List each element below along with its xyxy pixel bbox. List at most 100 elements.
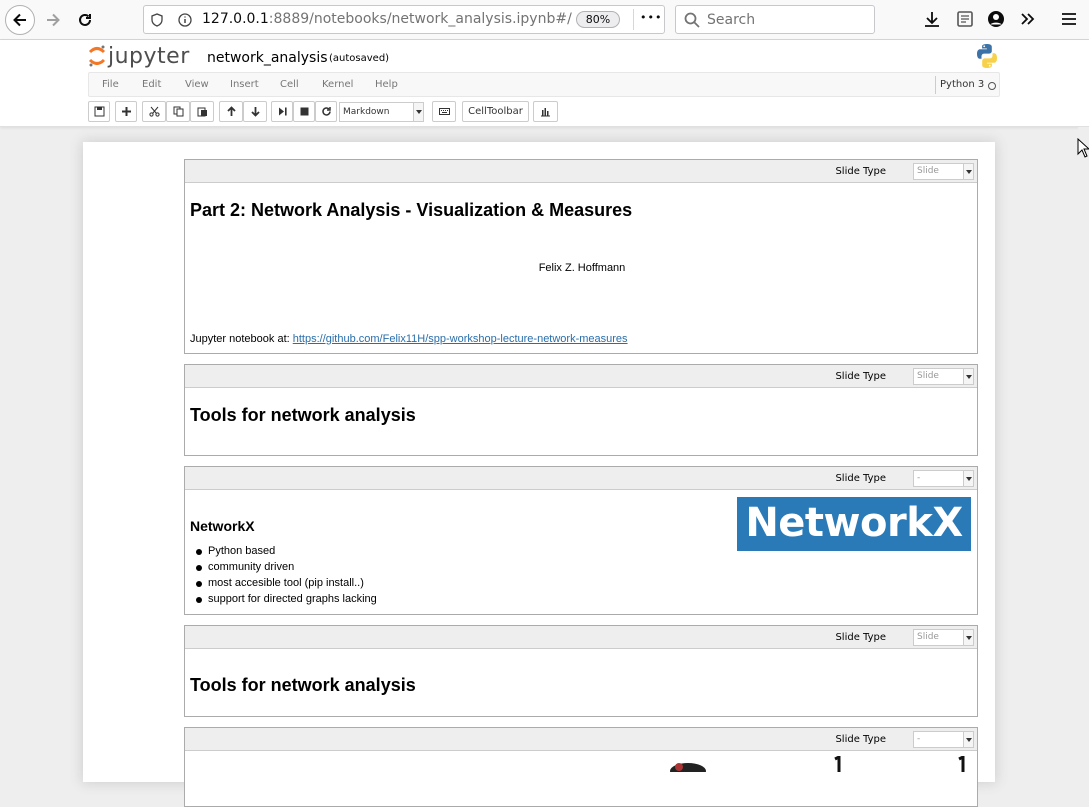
url-text[interactable]: 127.0.0.1:8889/notebooks/network_analysi… [202, 11, 572, 27]
chevron-down-icon [963, 732, 973, 747]
url-path: :8889/notebooks/network_analysis.ipynb#/… [268, 11, 572, 27]
forward-button[interactable] [38, 5, 68, 35]
bar-chart-icon [541, 108, 550, 117]
jupyter-logo-icon [88, 45, 106, 67]
markdown-cell[interactable]: Slide Type - [184, 727, 978, 807]
slide-type-select[interactable]: Slide [913, 368, 974, 385]
download-icon[interactable] [922, 9, 942, 29]
menu-help[interactable]: Help [375, 79, 398, 90]
github-link[interactable]: https://github.com/Felix11H/spp-workshop… [293, 333, 628, 345]
cell-type-select[interactable]: Markdown [339, 102, 424, 122]
python-logo-icon [977, 44, 997, 68]
command-palette-button[interactable] [432, 101, 456, 122]
slide-type-select[interactable]: Slide [913, 629, 974, 646]
menu-view[interactable]: View [185, 79, 209, 90]
slide-type-value: - [917, 473, 921, 483]
presentation-button[interactable] [533, 101, 558, 122]
scissors-icon [148, 106, 160, 117]
slide-type-value: Slide [917, 371, 939, 381]
menu-edit[interactable]: Edit [142, 79, 161, 90]
slide-type-select[interactable]: - [913, 470, 974, 487]
library-icon[interactable] [955, 9, 975, 29]
copy-button[interactable] [166, 101, 190, 122]
zoom-indicator[interactable]: 80% [576, 11, 620, 28]
list-item: Python based [185, 545, 377, 561]
run-button[interactable] [271, 101, 293, 122]
menu-file[interactable]: File [102, 79, 119, 90]
overflow-chevrons-icon[interactable] [1018, 9, 1038, 29]
page-scrollbar[interactable] [1078, 127, 1089, 768]
slide-type-value: Slide [917, 632, 939, 642]
account-icon[interactable] [986, 9, 1006, 29]
cell-toolbar: Slide Type Slide [185, 626, 977, 649]
browser-toolbar: 127.0.0.1:8889/notebooks/network_analysi… [0, 0, 1089, 40]
search-icon [684, 12, 700, 28]
jupyter-logo-text: jupyter [108, 43, 190, 69]
cell-heading: Part 2: Network Analysis - Visualization… [190, 200, 633, 220]
reload-button[interactable] [70, 5, 100, 35]
menu-insert[interactable]: Insert [230, 79, 259, 90]
markdown-cell[interactable]: Slide Type - NetworkX NetworkX Python ba… [184, 466, 978, 615]
chevron-down-icon [413, 103, 423, 121]
back-button[interactable] [5, 5, 35, 35]
slide-type-label: Slide Type [835, 166, 886, 177]
autosave-status: (autosaved) [329, 53, 390, 64]
author-name: Felix Z. Hoffmann [538, 262, 626, 274]
info-icon[interactable] [178, 13, 192, 27]
markdown-cell[interactable]: Slide Type Slide Tools for network analy… [184, 625, 978, 717]
list-item: community driven [185, 561, 377, 577]
cell-toolbar: Slide Type - [185, 728, 977, 751]
stop-icon [300, 107, 308, 116]
paste-icon [197, 107, 207, 117]
chevron-down-icon [963, 369, 973, 384]
move-up-button[interactable] [219, 101, 243, 122]
plus-icon [121, 107, 131, 116]
slide-type-label: Slide Type [835, 734, 886, 745]
notebook-container: Slide Type Slide Part 2: Network Analysi… [83, 142, 995, 807]
insert-cell-button[interactable] [115, 101, 137, 122]
menu-bar: File Edit View Insert Cell Kernel Help P… [88, 72, 1000, 97]
slide-type-select[interactable]: - [913, 731, 974, 748]
back-arrow-icon [13, 13, 26, 27]
reload-icon [79, 13, 91, 26]
cut-button[interactable] [142, 101, 166, 122]
markdown-cell[interactable]: Slide Type Slide Part 2: Network Analysi… [184, 159, 978, 354]
list-item: support for directed graphs lacking [185, 593, 377, 609]
cell-type-value: Markdown [343, 107, 390, 117]
copy-icon [173, 106, 183, 117]
search-box[interactable]: Search [675, 5, 875, 34]
cell-heading: NetworkX [190, 518, 255, 534]
kernel-name: Python 3 [935, 76, 984, 94]
paste-button[interactable] [190, 101, 214, 122]
restart-button[interactable] [315, 101, 337, 122]
menu-cell[interactable]: Cell [280, 79, 299, 90]
page-actions-button[interactable]: ••• [640, 11, 662, 24]
bullet-list: Python based community driven most acces… [185, 545, 377, 609]
list-item: most accesible tool (pip install..) [185, 577, 377, 593]
markdown-cell[interactable]: Slide Type Slide Tools for network analy… [184, 364, 978, 456]
slide-type-label: Slide Type [835, 473, 886, 484]
arrow-up-icon [226, 106, 236, 116]
shield-icon[interactable] [151, 13, 163, 27]
link-prefix: Jupyter notebook at: [190, 333, 293, 345]
notebook-title[interactable]: network_analysis [207, 50, 328, 66]
interrupt-button[interactable] [293, 101, 315, 122]
slide-type-label: Slide Type [835, 632, 886, 643]
arrow-down-icon [250, 107, 260, 117]
cell-heading: Tools for network analysis [190, 405, 416, 425]
slide-type-value: Slide [917, 166, 939, 176]
hamburger-menu-icon[interactable] [1059, 9, 1079, 29]
logo-fragment [958, 756, 965, 772]
move-down-button[interactable] [243, 101, 267, 122]
chevron-down-icon [963, 164, 973, 179]
kernel-status-indicator [988, 82, 996, 90]
address-bar[interactable]: 127.0.0.1:8889/notebooks/network_analysi… [143, 5, 665, 34]
slide-type-select[interactable]: Slide [913, 163, 974, 180]
restart-icon [321, 107, 331, 116]
jupyter-logo[interactable]: jupyter [88, 42, 190, 70]
save-button[interactable] [88, 101, 110, 122]
panda-image-fragment [670, 763, 706, 772]
menu-kernel[interactable]: Kernel [322, 79, 353, 90]
cell-heading: Tools for network analysis [190, 675, 416, 695]
celltoolbar-button[interactable]: CellToolbar [462, 101, 529, 122]
